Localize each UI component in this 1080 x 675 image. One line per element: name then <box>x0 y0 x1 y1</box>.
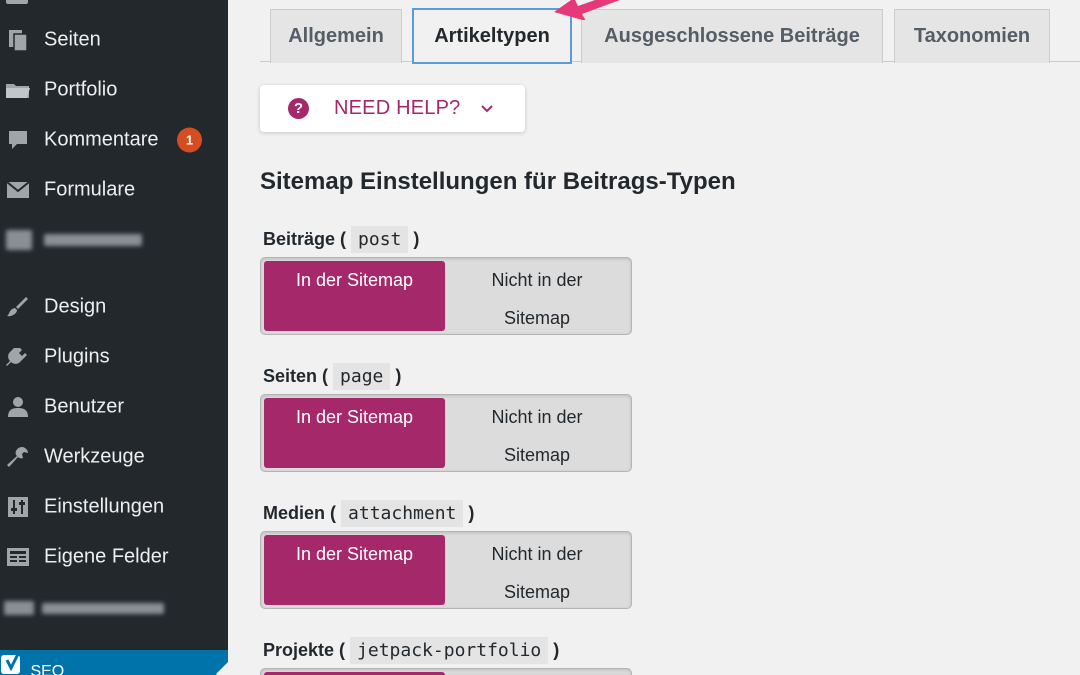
post-type-slug: attachment <box>341 500 464 527</box>
sidebar-item-einstellungen[interactable]: Einstellungen <box>0 487 228 527</box>
sitemap-toggle-page: In der Sitemap Nicht in der Sitemap <box>260 394 632 472</box>
settings-sliders-icon <box>4 495 32 519</box>
tab-taxonomien[interactable]: Taxonomien <box>894 9 1050 63</box>
sidebar-item-label: Werkzeuge <box>44 445 145 468</box>
post-type-slug: page <box>333 363 391 390</box>
sidebar-item-label: SEO <box>30 663 65 675</box>
question-circle-icon: ? <box>288 98 309 119</box>
post-type-close: ) <box>413 229 420 249</box>
post-type-slug: jetpack-portfolio <box>350 637 549 664</box>
need-help-label: NEED HELP? <box>334 97 461 119</box>
sidebar-item-label: Eigene Felder <box>44 545 169 568</box>
post-type-label-post: Beiträge ( post ) <box>263 226 419 253</box>
post-type-slug: post <box>351 226 409 253</box>
custom-fields-icon <box>4 545 32 569</box>
sidebar-item-werkzeuge[interactable]: Werkzeuge <box>0 437 228 477</box>
yoast-icon <box>0 651 30 675</box>
redacted-icon <box>4 601 34 615</box>
post-type-label-page: Seiten ( page ) <box>263 363 401 390</box>
brush-icon <box>4 295 32 319</box>
portfolio-folder-icon <box>4 78 32 102</box>
section-title: Sitemap Einstellungen für Beitrags-Typen <box>260 168 736 195</box>
redacted-menu-item[interactable] <box>0 592 228 624</box>
sidebar-item-design[interactable]: Design <box>0 287 228 327</box>
redacted-label <box>42 603 164 614</box>
pages-icon <box>4 28 32 52</box>
sitemap-toggle-jetpack-portfolio <box>260 668 632 675</box>
envelope-icon <box>4 178 32 202</box>
not-in-sitemap-line2: Sitemap <box>503 445 571 465</box>
sidebar-item-portfolio[interactable]: Portfolio <box>0 70 228 110</box>
post-type-name: Projekte ( <box>263 640 346 660</box>
not-in-sitemap-line1: Nicht in der <box>491 270 583 290</box>
not-in-sitemap-option[interactable]: Nicht in der Sitemap <box>445 261 629 331</box>
sidebar-item-label: Einstellungen <box>44 495 165 518</box>
post-type-name: Beiträge ( <box>263 229 347 249</box>
in-sitemap-option[interactable]: In der Sitemap <box>264 398 445 468</box>
not-in-sitemap-option[interactable]: Nicht in der Sitemap <box>445 535 629 605</box>
not-in-sitemap-line1: Nicht in der <box>491 407 583 427</box>
partial-menu-icon <box>6 0 28 4</box>
plug-icon <box>4 345 32 369</box>
sidebar-item-seiten[interactable]: Seiten <box>0 20 228 60</box>
user-icon <box>4 395 32 419</box>
wrench-icon <box>4 445 32 469</box>
comment-count-badge: 1 <box>177 127 202 153</box>
redacted-menu-item[interactable] <box>0 222 228 258</box>
post-type-close: ) <box>553 640 560 660</box>
not-in-sitemap-line2: Sitemap <box>503 308 571 328</box>
redacted-label <box>44 234 142 246</box>
post-type-label-jetpack-portfolio: Projekte ( jetpack-portfolio ) <box>263 637 559 664</box>
in-sitemap-option[interactable]: In der Sitemap <box>264 535 445 605</box>
sidebar-item-kommentare[interactable]: Kommentare 1 <box>0 120 228 160</box>
sidebar-item-label: Portfolio <box>44 78 118 101</box>
sidebar-item-benutzer[interactable]: Benutzer <box>0 387 228 427</box>
post-type-label-attachment: Medien ( attachment ) <box>263 500 474 527</box>
tab-allgemein[interactable]: Allgemein <box>270 9 402 63</box>
sidebar-item-label: Kommentare <box>44 128 159 151</box>
not-in-sitemap-option[interactable]: Nicht in der Sitemap <box>445 398 629 468</box>
not-in-sitemap-line2: Sitemap <box>503 582 571 602</box>
chevron-down-icon <box>481 105 493 113</box>
sidebar-item-label: Plugins <box>44 345 110 368</box>
sidebar-item-eigene-felder[interactable]: Eigene Felder <box>0 537 228 577</box>
sidebar-item-label: Formulare <box>44 178 136 201</box>
sitemap-toggle-attachment: In der Sitemap Nicht in der Sitemap <box>260 531 632 609</box>
sidebar-item-label: Seiten <box>44 28 101 51</box>
sidebar-item-label: Design <box>44 295 107 318</box>
sidebar-item-formulare[interactable]: Formulare <box>0 170 228 210</box>
redacted-icon <box>6 230 32 250</box>
need-help-button[interactable]: ? NEED HELP? <box>260 85 525 132</box>
sidebar-item-seo[interactable]: SEO <box>0 650 228 675</box>
comment-bubble-icon <box>4 128 32 152</box>
settings-tab-bar: Allgemein Artikeltypen Ausgeschlossene B… <box>260 0 1080 64</box>
sidebar-item-plugins[interactable]: Plugins <box>0 337 228 377</box>
admin-sidebar: Seiten Portfolio Kommentare 1 Formulare … <box>0 0 228 675</box>
post-type-name: Seiten ( <box>263 366 329 386</box>
post-type-name: Medien ( <box>263 503 337 523</box>
annotation-arrow-icon <box>554 0 620 20</box>
sitemap-toggle-post: In der Sitemap Nicht in der Sitemap <box>260 257 632 335</box>
sidebar-item-label: Benutzer <box>44 395 125 418</box>
not-in-sitemap-line1: Nicht in der <box>491 544 583 564</box>
post-type-close: ) <box>395 366 402 386</box>
post-type-close: ) <box>468 503 475 523</box>
tab-ausgeschlossene-beitraege[interactable]: Ausgeschlossene Beiträge <box>581 9 883 63</box>
current-menu-arrow <box>216 662 228 675</box>
in-sitemap-option[interactable]: In der Sitemap <box>264 261 445 331</box>
